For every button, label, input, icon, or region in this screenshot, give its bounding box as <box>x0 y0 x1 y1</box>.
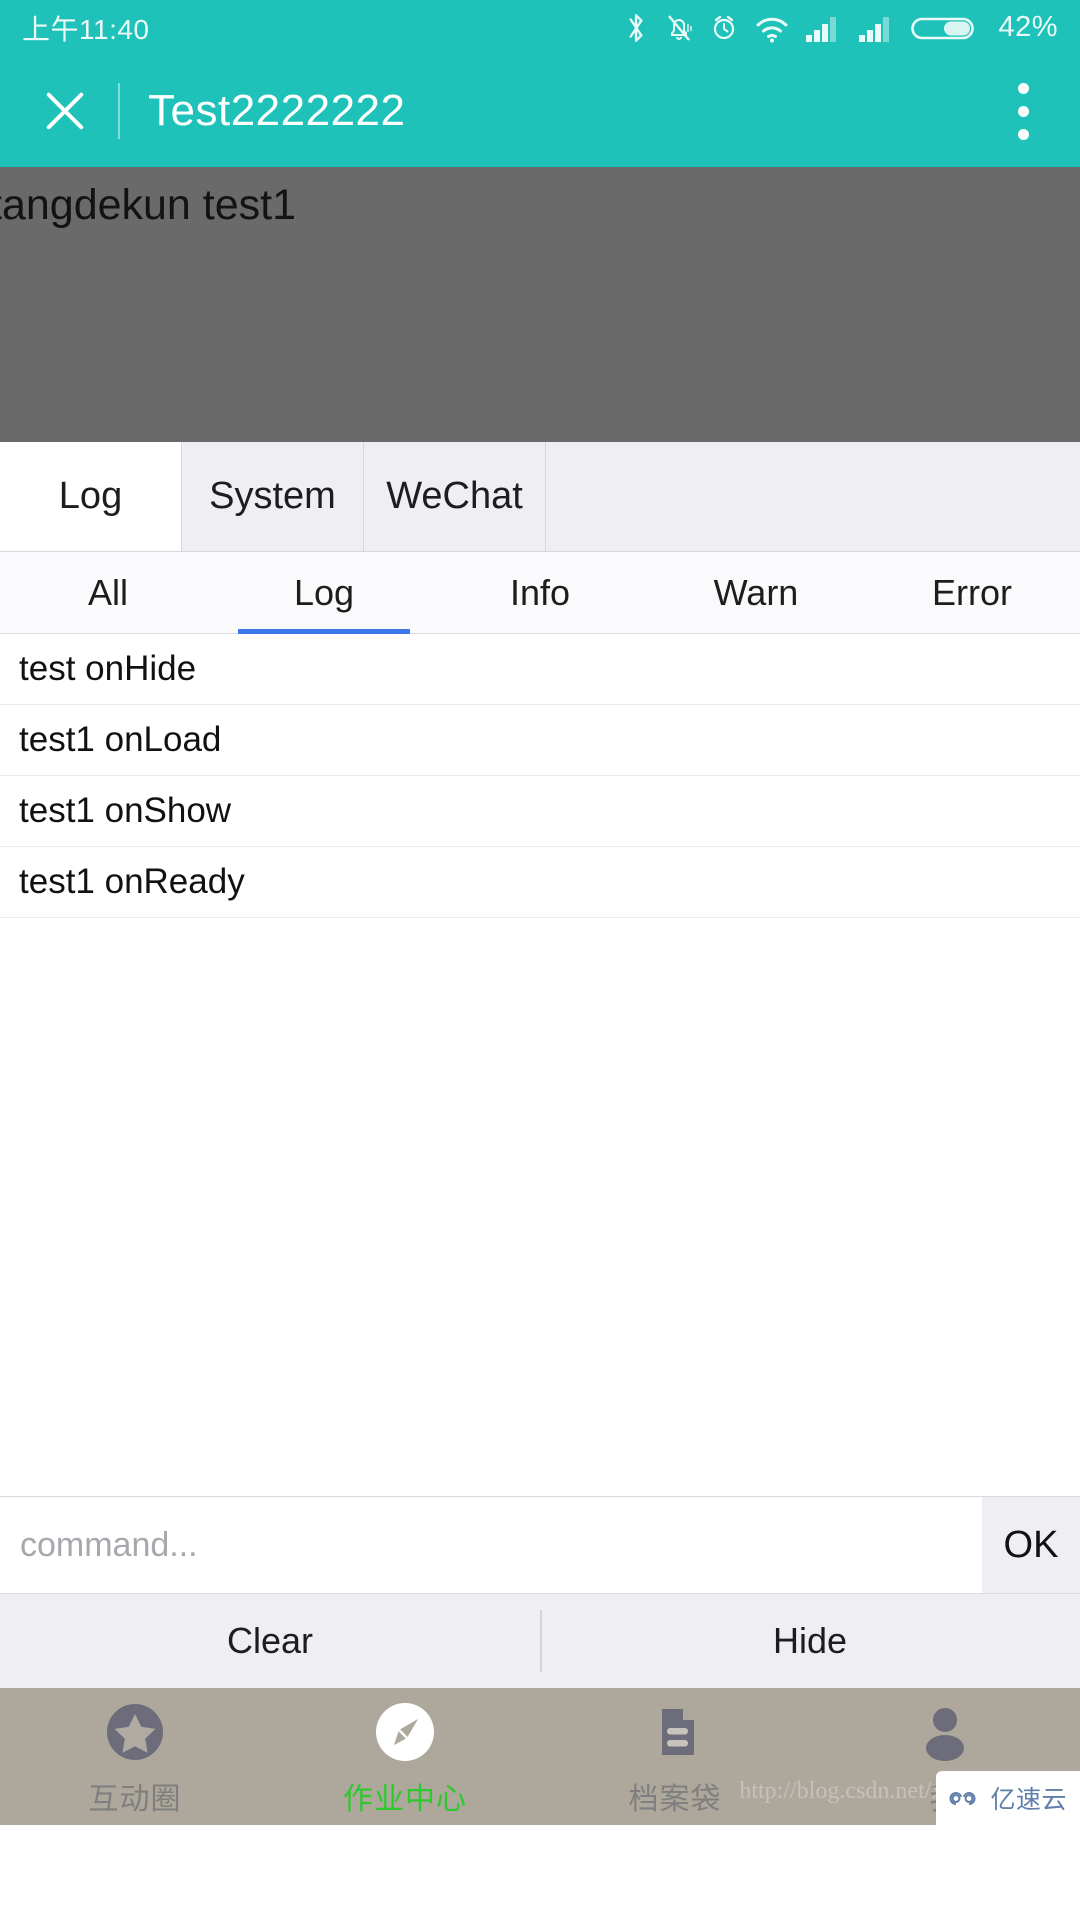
cloud-icon <box>947 1786 983 1810</box>
log-row-text: test1 onLoad <box>19 720 221 760</box>
more-options-icon[interactable] <box>1000 76 1046 146</box>
tab-wechat-label: WeChat <box>386 475 523 518</box>
clear-button-label: Clear <box>227 1620 313 1662</box>
filter-all[interactable]: All <box>0 552 216 633</box>
filter-all-label: All <box>88 572 128 614</box>
nav-item-homework-label: 作业中心 <box>343 1774 467 1818</box>
log-list[interactable]: test onHide test1 onLoad test1 onShow te… <box>0 634 1080 1496</box>
title-bar: Test2222222 <box>0 55 1080 167</box>
tab-system-label: System <box>209 475 336 518</box>
log-row: test1 onShow <box>0 776 1080 847</box>
battery-icon <box>911 12 977 44</box>
alarm-clock-icon <box>709 11 739 45</box>
clear-button[interactable]: Clear <box>0 1594 540 1688</box>
wifi-icon <box>754 11 790 45</box>
webview-content: tangdekun test1 <box>0 167 1080 442</box>
hide-button-label: Hide <box>773 1620 847 1662</box>
tab-wechat[interactable]: WeChat <box>364 442 546 551</box>
log-row: test1 onReady <box>0 847 1080 918</box>
command-ok-button[interactable]: OK <box>982 1497 1080 1593</box>
filter-info[interactable]: Info <box>432 552 648 633</box>
battery-percent: 42% <box>998 11 1058 44</box>
phone-screen: 上午11:40 <box>0 0 1080 1920</box>
filter-warn-label: Warn <box>714 572 799 614</box>
webview-text: tangdekun test1 <box>0 181 296 230</box>
nav-item-interaction-label: 互动圈 <box>89 1774 182 1818</box>
log-row: test1 onLoad <box>0 705 1080 776</box>
log-row: test onHide <box>0 634 1080 705</box>
person-icon <box>909 1696 981 1768</box>
signal-bars-icon-1 <box>805 12 843 44</box>
close-icon[interactable] <box>34 80 96 142</box>
hide-button[interactable]: Hide <box>540 1594 1080 1688</box>
nav-item-portfolio-label: 档案袋 <box>629 1774 722 1818</box>
tab-bar-filler <box>546 442 1080 551</box>
nav-item-interaction[interactable]: 互动圈 <box>0 1696 270 1818</box>
mute-bell-icon <box>664 11 694 45</box>
log-filter-bar: All Log Info Warn Error <box>0 552 1080 634</box>
command-input[interactable] <box>0 1497 982 1593</box>
watermark-text: 亿速云 <box>990 1780 1067 1816</box>
star-circle-icon <box>99 1696 171 1768</box>
filter-error-label: Error <box>932 572 1012 614</box>
command-ok-label: OK <box>1004 1524 1059 1567</box>
tab-system[interactable]: System <box>182 442 364 551</box>
document-icon <box>639 1696 711 1768</box>
filter-info-label: Info <box>510 572 570 614</box>
tab-log-label: Log <box>59 475 122 518</box>
console-action-bar: Clear Hide <box>0 1593 1080 1688</box>
console-tab-bar: Log System WeChat <box>0 442 1080 552</box>
filter-log-label: Log <box>294 572 354 614</box>
title-divider <box>118 83 120 139</box>
watermark-badge: 亿速云 <box>936 1771 1080 1825</box>
pen-circle-icon <box>369 1696 441 1768</box>
bottom-navigation: 互动圈 作业中心 档案袋 <box>0 1688 1080 1825</box>
filter-warn[interactable]: Warn <box>648 552 864 633</box>
status-icon-group: 42% <box>623 11 1058 45</box>
filter-log[interactable]: Log <box>216 552 432 633</box>
log-row-text: test1 onShow <box>19 791 231 831</box>
status-time: 上午11:40 <box>22 8 150 48</box>
signal-bars-icon-2 <box>858 12 896 44</box>
command-bar: OK <box>0 1496 1080 1593</box>
page-title: Test2222222 <box>148 86 406 136</box>
nav-item-homework[interactable]: 作业中心 <box>270 1696 540 1818</box>
filter-error[interactable]: Error <box>864 552 1080 633</box>
tab-log[interactable]: Log <box>0 442 182 551</box>
bluetooth-icon <box>623 11 649 45</box>
log-row-text: test1 onReady <box>19 862 245 902</box>
status-bar: 上午11:40 <box>0 0 1080 55</box>
log-row-text: test onHide <box>19 649 196 689</box>
watermark-url: http://blog.csdn.net/xjq <box>739 1778 962 1805</box>
